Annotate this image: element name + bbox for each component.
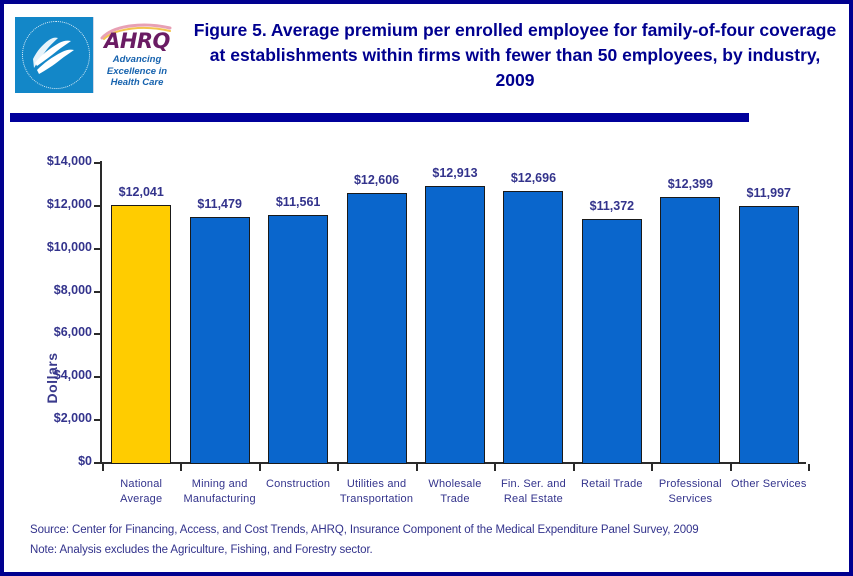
hhs-seal-bird-icon [33,37,74,74]
y-axis-tick-label: $12,000 [46,196,92,211]
x-axis-tick [572,464,575,471]
bar-value-label: $12,696 [510,170,557,185]
y-axis-tick-label: $2,000 [53,411,92,426]
bar [581,219,642,464]
y-axis-tick [94,333,101,336]
y-axis-tick-label: $14,000 [46,154,92,168]
bar-chart: Dollars $14,000 $12,000 $10,000 $8,000 $6,00… [4,128,849,512]
y-axis-tick-label: $4,000 [53,368,92,383]
ahrq-tagline-line-1: Advancing [112,54,162,65]
bar [425,186,485,464]
y-axis-tick-labels: $14,000 $12,000 $10,000 $8,000 $6,000 $4,000 $… [26,128,92,512]
header: AHRQ Advancing Excellence in Health Care… [4,4,849,108]
y-axis-tick [94,376,101,379]
bar-value-label: $12,399 [667,177,713,192]
bar-value-label: $12,913 [432,166,478,181]
y-axis-tick [94,162,101,164]
figure-title: Figure 5. Average premium per enrolled e… [193,20,837,90]
y-axis-tick-label: $10,000 [46,239,92,254]
bar [503,190,564,464]
x-axis-tick [729,464,732,471]
bar-value-label: $11,561 [275,195,321,210]
x-axis-tick [258,464,261,471]
x-axis-category-label-line: Real Estate [503,493,563,505]
y-axis-tick-label: $0 [78,454,92,468]
bar-value-label: $11,372 [589,199,635,214]
bar-value-label: $12,606 [353,172,400,187]
y-axis-tick [94,290,101,293]
hhs-seal-icon [15,17,93,93]
ahrq-wordmark: AHRQ [104,29,170,53]
x-axis-tick [415,464,418,471]
x-axis-category-label-line: Manufacturing [183,493,256,505]
y-axis-tick [94,462,101,464]
x-axis-tick [651,464,654,471]
y-axis-tick [94,247,101,250]
bar-value-label: $11,997 [746,185,792,200]
analysis-note: Note: Analysis excludes the Agriculture,… [30,544,373,556]
footer: Source: Center for Financing, Access, an… [4,520,849,572]
ahrq-tagline-line-2: Excellence in [106,65,168,77]
ahrq-logo: AHRQ Advancing Excellence in Health Care [93,17,180,93]
bar-value-label: $12,041 [118,184,164,199]
bar [189,217,250,464]
x-axis-tick [808,464,810,471]
x-axis-tick [180,464,183,471]
y-axis-tick [94,419,101,422]
bar [738,205,799,464]
bar [346,192,407,464]
x-axis-category-label: Other Services [717,477,821,492]
title-divider-rule [10,113,749,122]
ahrq-tagline-line-3: Health Care [110,77,164,88]
ahrq-tagline: Advancing Excellence in Health Care [96,54,178,89]
x-axis-tick [337,464,340,471]
bar [111,204,172,464]
y-axis-tick-label: $8,000 [53,282,92,297]
bar-value-label: $11,479 [197,197,242,212]
x-axis-category-label-line: Services [668,493,713,505]
bar [660,197,721,464]
source-note: Source: Center for Financing, Access, an… [30,524,699,536]
bar [268,215,329,464]
x-axis-tick [102,464,104,471]
agency-logo: AHRQ Advancing Excellence in Health Care [14,16,181,94]
y-axis-tick [94,204,101,207]
x-axis-tick [494,464,497,471]
x-axis-category-label-line: Other Services [730,478,807,490]
y-axis-tick-label: $6,000 [53,325,92,340]
figure-page: AHRQ Advancing Excellence in Health Care… [0,0,853,576]
